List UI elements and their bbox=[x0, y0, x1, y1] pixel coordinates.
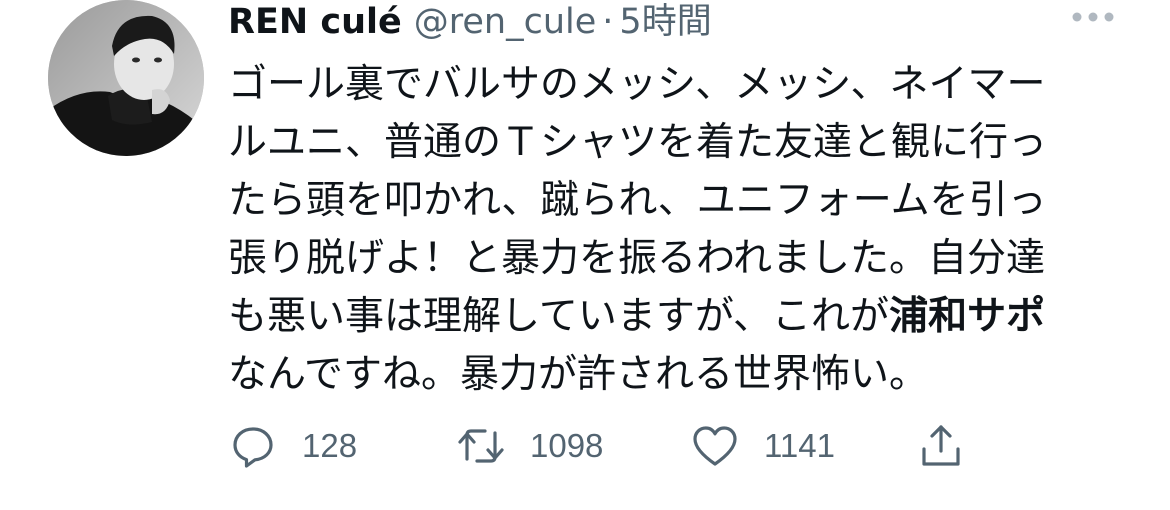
display-name[interactable]: REN culé bbox=[228, 0, 402, 44]
reply-count: 128 bbox=[302, 427, 358, 464]
tweet-text-line: 張り脱げよ！と暴力を振るわれました。自分達 bbox=[228, 236, 1046, 281]
retweet-icon bbox=[458, 429, 504, 463]
tweet-text-line: ルユニ、普通のＴシャツを着た友達と観に行っ bbox=[228, 120, 1048, 165]
like-button[interactable]: 1141 bbox=[690, 418, 835, 474]
share-icon bbox=[922, 425, 960, 466]
tweet-header: REN culé @ren_cule · 5時間 bbox=[228, 0, 712, 44]
tweet-text-line: も悪い事は理解していますが、これが浦和サポ bbox=[228, 288, 1118, 346]
tweet-text-fragment: も悪い事は理解していますが、これが bbox=[228, 294, 890, 339]
like-count: 1141 bbox=[764, 427, 835, 464]
more-icon[interactable] bbox=[1070, 6, 1116, 28]
tweet-text: ゴール裏でバルサのメッシ、メッシ、ネイマー ルユニ、普通のＴシャツを着た友達と観… bbox=[228, 56, 1118, 404]
retweet-count: 1098 bbox=[530, 427, 604, 464]
share-button[interactable] bbox=[916, 418, 966, 474]
avatar[interactable] bbox=[48, 0, 204, 156]
avatar-photo bbox=[48, 0, 204, 156]
heart-icon bbox=[693, 426, 737, 466]
tweet-text-bold: 浦和サポ bbox=[889, 294, 1046, 339]
timestamp[interactable]: 5時間 bbox=[619, 0, 711, 44]
reply-icon bbox=[233, 427, 273, 468]
separator-dot: · bbox=[602, 2, 614, 42]
user-handle[interactable]: @ren_cule bbox=[414, 0, 597, 44]
tweet-text-line: なんですね。暴力が許される世界怖い。 bbox=[228, 352, 929, 397]
retweet-button[interactable]: 1098 bbox=[456, 418, 603, 474]
tweet-text-line: ゴール裏でバルサのメッシ、メッシ、ネイマー bbox=[228, 62, 1046, 107]
tweet-text-line: たら頭を叩かれ、蹴られ、ユニフォームを引っ bbox=[228, 178, 1047, 223]
reply-button[interactable]: 128 bbox=[228, 418, 357, 474]
